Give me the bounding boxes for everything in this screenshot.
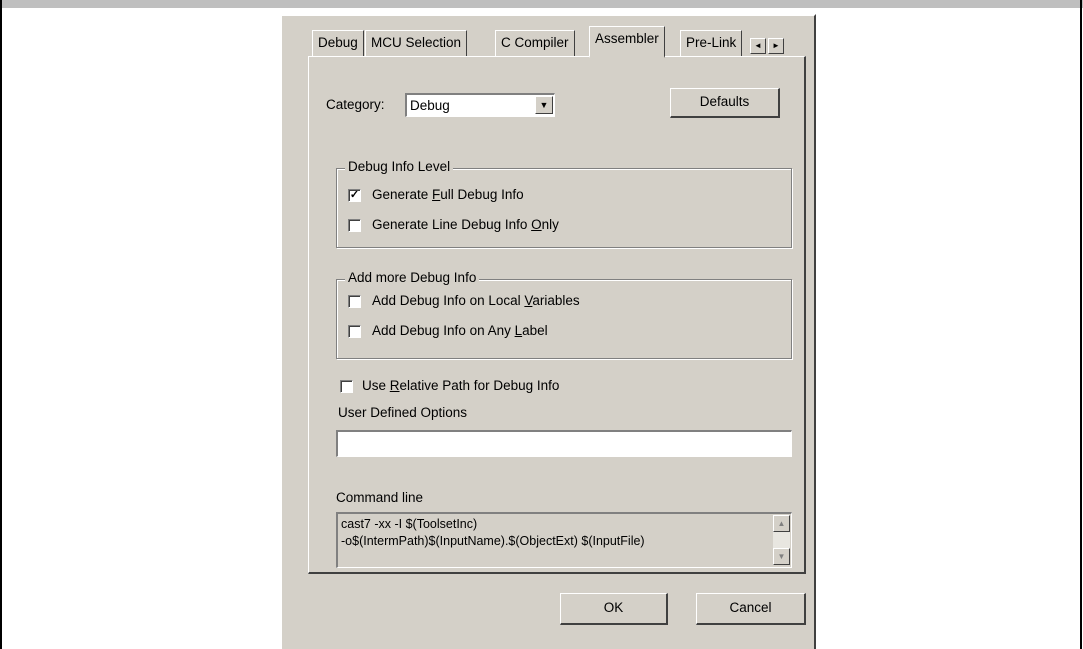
- tab-mcu-selection[interactable]: MCU Selection: [365, 30, 468, 56]
- tab-label: C Compiler: [501, 35, 569, 50]
- label-text: ull Debug Info: [440, 187, 524, 202]
- relative-path-label[interactable]: Use Relative Path for Debug Info: [362, 378, 559, 393]
- scroll-down-button[interactable]: ▼: [773, 548, 790, 565]
- relative-path-checkbox[interactable]: [340, 380, 353, 393]
- add-more-debug-info-group: [336, 279, 792, 359]
- user-defined-options-input[interactable]: [336, 430, 792, 457]
- any-label-checkbox[interactable]: [348, 325, 361, 338]
- label-text: abel: [522, 323, 548, 338]
- label-accelerator: L: [514, 323, 523, 338]
- command-line-text: cast7 -xx -I $(ToolsetInc): [341, 517, 478, 531]
- tab-assembler[interactable]: Assembler: [589, 26, 665, 58]
- category-label: Category:: [326, 97, 385, 112]
- tab-pre-link[interactable]: Pre-Link: [680, 30, 743, 56]
- group-title: Add more Debug Info: [345, 270, 480, 285]
- command-line-label: Command line: [336, 490, 424, 505]
- generate-full-debug-label[interactable]: Generate Full Debug Info: [372, 187, 524, 202]
- label-text: Generate: [372, 187, 433, 202]
- tab-label: Pre-Link: [686, 35, 737, 50]
- frame-right-border: [1080, 0, 1082, 649]
- frame-left-border: [0, 0, 2, 649]
- arrow-down-icon: ▼: [777, 552, 786, 561]
- tab-c-compiler[interactable]: C Compiler: [495, 30, 575, 56]
- user-defined-options-label: User Defined Options: [338, 405, 468, 420]
- local-variables-checkbox[interactable]: [348, 295, 361, 308]
- generate-full-debug-checkbox[interactable]: ✓: [348, 189, 361, 202]
- tab-label: MCU Selection: [371, 35, 462, 50]
- command-line-text: -o$(IntermPath)$(InputName).$(ObjectExt)…: [341, 534, 645, 548]
- tab-scroll-right-button[interactable]: ►: [768, 38, 784, 54]
- tab-label: Assembler: [595, 31, 659, 46]
- ok-button[interactable]: OK: [560, 593, 668, 625]
- any-label-label[interactable]: Add Debug Info on Any Label: [372, 323, 548, 338]
- command-line-scrollbar[interactable]: ▲ ▼: [773, 515, 790, 565]
- debug-info-level-group: [336, 168, 792, 248]
- defaults-button[interactable]: Defaults: [670, 88, 780, 118]
- label-text: ariables: [532, 293, 580, 308]
- label-text: Use: [362, 378, 390, 393]
- checkmark-icon: ✓: [349, 189, 360, 201]
- chevron-down-icon[interactable]: ▼: [535, 96, 553, 114]
- label-text: nly: [541, 217, 559, 232]
- generate-line-debug-label[interactable]: Generate Line Debug Info Only: [372, 217, 559, 232]
- category-value: Debug: [410, 98, 450, 113]
- label-text: Add Debug Info on Local: [372, 293, 525, 308]
- frame-top-border: [0, 0, 1083, 8]
- label-text: elative Path for Debug Info: [399, 378, 560, 393]
- tab-label: Debug: [318, 35, 358, 50]
- arrow-left-icon: ◄: [754, 41, 762, 50]
- cancel-button[interactable]: Cancel: [696, 593, 806, 625]
- group-title: Debug Info Level: [345, 159, 454, 174]
- label-text: Add Debug Info on Any: [372, 323, 515, 338]
- command-line-textarea[interactable]: cast7 -xx -I $(ToolsetInc) -o$(IntermPat…: [336, 512, 792, 568]
- scroll-up-button[interactable]: ▲: [773, 515, 790, 532]
- tab-debug[interactable]: Debug: [312, 30, 364, 56]
- category-dropdown[interactable]: Debug ▼: [405, 93, 555, 117]
- arrow-right-icon: ►: [772, 41, 780, 50]
- label-text: Generate Line Debug Info: [372, 217, 532, 232]
- label-accelerator: R: [389, 378, 400, 393]
- generate-line-debug-checkbox[interactable]: [348, 219, 361, 232]
- label-accelerator: O: [531, 217, 542, 232]
- arrow-up-icon: ▲: [777, 519, 786, 528]
- local-variables-label[interactable]: Add Debug Info on Local Variables: [372, 293, 580, 308]
- tab-scroll-left-button[interactable]: ◄: [750, 38, 766, 54]
